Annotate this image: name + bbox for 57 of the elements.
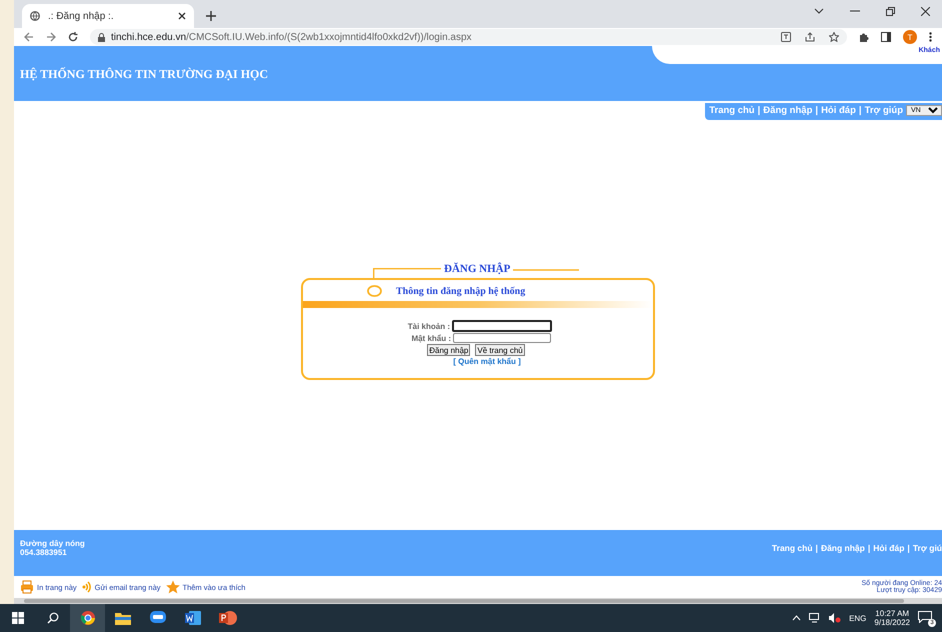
forgot-password-link[interactable]: [ Quên mật khẩu ] — [453, 357, 521, 366]
share-icon[interactable] — [805, 32, 815, 42]
chat-bubble-icon — [150, 611, 166, 625]
document-app-icon — [184, 611, 200, 625]
lock-icon — [98, 32, 105, 42]
translate-icon[interactable] — [781, 32, 791, 42]
login-title: ĐĂNG NHẬP — [443, 263, 512, 275]
star-icon — [166, 580, 180, 594]
separator: | — [868, 543, 870, 553]
side-panel-icon[interactable] — [881, 32, 891, 42]
hotline-label: Đường dây nóng — [20, 539, 85, 548]
presentation-app-icon — [218, 611, 236, 625]
network-icon[interactable] — [809, 613, 822, 623]
windows-icon — [12, 612, 24, 624]
separator: | — [815, 105, 818, 116]
minimize-icon[interactable] — [850, 10, 860, 12]
field-label: Mật khẩu : — [410, 334, 451, 342]
plus-icon[interactable] — [206, 11, 216, 21]
browser-tab[interactable]: .: Đăng nhập :. — [22, 4, 194, 28]
close-icon[interactable] — [921, 6, 930, 16]
back-arrow-icon[interactable] — [24, 32, 34, 42]
signal-waves-icon — [82, 580, 92, 594]
forward-arrow-icon[interactable] — [46, 32, 56, 42]
reload-icon[interactable] — [68, 32, 78, 42]
ring-icon — [367, 285, 382, 297]
address-bar[interactable]: tinchi.hce.edu.vn/CMCSoft.IU.Web.info/(S(2wb1xxojmntid4lfo0xkd2vf))/login.aspx — [90, 29, 847, 45]
globe-icon — [30, 11, 40, 21]
form-button[interactable]: Đăng nhập — [427, 344, 470, 356]
field-label: Tài khoản : — [406, 322, 450, 330]
separator: | — [907, 543, 910, 553]
separator: | — [758, 105, 760, 116]
browser-app-icon — [80, 610, 96, 626]
site-title: HỆ THỐNG THÔNG TIN TRƯỜNG ĐẠI HỌC — [19, 66, 268, 82]
caret-up-icon[interactable] — [792, 615, 802, 621]
search-icon — [46, 612, 58, 624]
printer-icon — [20, 580, 34, 594]
scrollbar-thumb[interactable] — [24, 599, 904, 603]
login-subtitle: Thông tin đăng nhập hệ thống — [396, 286, 526, 296]
hotline-number: 054.3883951 — [20, 548, 68, 557]
input-field[interactable] — [452, 320, 552, 332]
chevron-down-icon[interactable] — [814, 8, 824, 14]
menu-icon[interactable] — [929, 32, 932, 42]
star-icon[interactable] — [829, 32, 839, 42]
input-language[interactable]: ENG — [849, 614, 866, 622]
puzzle-icon[interactable] — [859, 32, 869, 42]
form-button[interactable]: Về trang chủ — [475, 344, 525, 356]
restore-icon[interactable] — [886, 6, 895, 16]
input-field[interactable] — [453, 333, 551, 343]
separator: | — [858, 105, 862, 116]
url-text: tinchi.hce.edu.vn/CMCSoft.IU.Web.info/(S(2wb1xxojmntid4lfo0xkd2vf))/login.aspx — [111, 32, 472, 42]
close-icon[interactable] — [178, 12, 186, 20]
folder-icon — [114, 612, 130, 624]
speech-bubble-icon — [918, 611, 932, 623]
clock[interactable]: 10:27 AM 9/18/2022 — [874, 609, 910, 627]
separator: | — [816, 543, 818, 553]
title-rule — [513, 269, 580, 271]
speaker-muted-icon[interactable] — [829, 613, 842, 623]
